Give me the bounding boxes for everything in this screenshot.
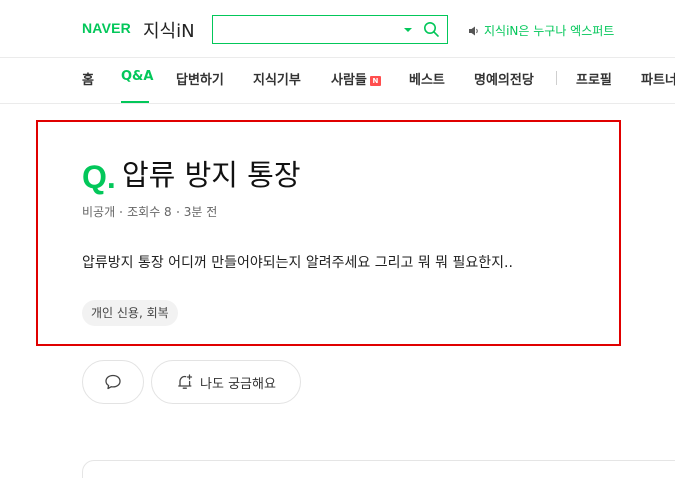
- header: NAVER 지식iN 지식iN은 누구나 엑스퍼트: [0, 0, 675, 58]
- nav-item-answer[interactable]: 답변하기: [176, 69, 224, 88]
- nav-item-people[interactable]: 사람들 N: [331, 69, 381, 88]
- meta-separator: [176, 210, 179, 213]
- nav-item-people-label: 사람들: [331, 73, 367, 88]
- me-too-curious-label: 나도 궁금해요: [200, 376, 276, 392]
- search-box: [212, 15, 448, 44]
- question-body: 압류방지 통장 어디꺼 만들어야되는지 알려주세요 그리고 뭐 뭐 필요한지..: [82, 255, 513, 271]
- nav-item-best[interactable]: 베스트: [409, 69, 445, 88]
- search-input[interactable]: [217, 19, 397, 40]
- answer-card: [82, 460, 675, 478]
- naver-logo[interactable]: NAVER: [82, 20, 131, 36]
- nav-item-partner[interactable]: 파트너: [641, 69, 675, 88]
- nav-item-donation[interactable]: 지식기부: [253, 69, 301, 88]
- expert-notice-link[interactable]: 지식iN은 누구나 엑스퍼트: [468, 22, 614, 39]
- comment-button[interactable]: [82, 360, 144, 404]
- jisikin-logo[interactable]: 지식iN: [143, 17, 195, 43]
- author-name: 비공개: [82, 205, 116, 219]
- nav-item-hall-of-fame[interactable]: 명예의전당: [474, 69, 534, 88]
- bell-plus-icon: [178, 374, 193, 389]
- nav-item-profile[interactable]: 프로필: [576, 69, 612, 88]
- search-icon[interactable]: [423, 21, 440, 38]
- view-count: 조회수 8: [127, 205, 172, 219]
- question-meta: 비공개 조회수 8 3분 전: [82, 203, 217, 220]
- post-time: 3분 전: [183, 205, 218, 219]
- speech-bubble-icon: [105, 374, 121, 390]
- nav-divider: [556, 71, 557, 85]
- main-nav: 홈 Q&A 답변하기 지식기부 사람들 N 베스트 명예의전당 프로필 파트너: [0, 58, 675, 104]
- meta-separator: [120, 210, 123, 213]
- active-tab-underline: [121, 101, 149, 103]
- nav-item-home[interactable]: 홈: [82, 69, 94, 88]
- me-too-curious-button[interactable]: 나도 궁금해요: [151, 360, 301, 404]
- question-mark: Q.: [82, 159, 116, 195]
- nav-item-qna[interactable]: Q&A: [121, 69, 153, 84]
- dropdown-caret-icon[interactable]: [404, 28, 412, 32]
- speaker-icon: [469, 26, 478, 35]
- question-title: 압류 방지 통장: [122, 158, 301, 192]
- notice-text: 지식iN은 누구나 엑스퍼트: [484, 24, 615, 38]
- question-tag[interactable]: 개인 신용, 회복: [82, 300, 178, 326]
- new-badge: N: [369, 75, 381, 86]
